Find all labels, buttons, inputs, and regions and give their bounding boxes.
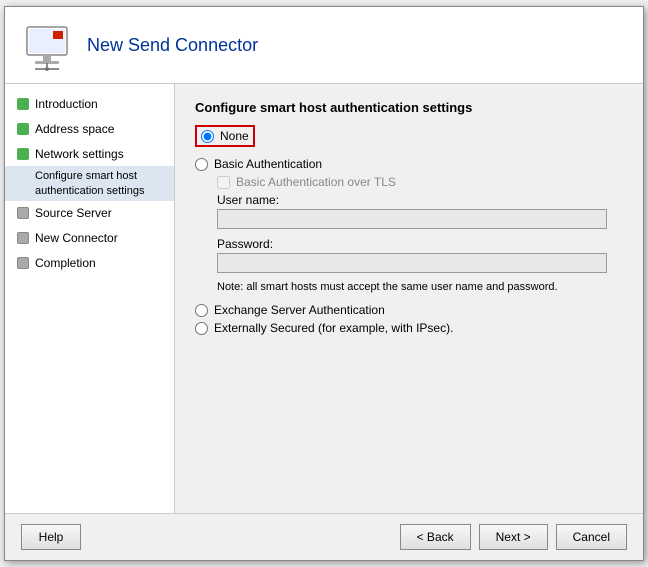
dialog-title: New Send Connector (87, 35, 258, 56)
bullet-address-space (17, 123, 29, 135)
none-radio[interactable] (201, 130, 214, 143)
bullet-introduction (17, 98, 29, 110)
none-option-wrapper: None (195, 125, 255, 147)
sidebar: Introduction Address space Network setti… (5, 84, 175, 513)
sidebar-label-address-space: Address space (35, 121, 114, 138)
sidebar-item-source-server[interactable]: Source Server (5, 201, 174, 226)
sidebar-item-new-connector[interactable]: New Connector (5, 226, 174, 251)
bullet-completion (17, 257, 29, 269)
dialog-body: Introduction Address space Network setti… (5, 84, 643, 513)
cancel-button[interactable]: Cancel (556, 524, 627, 550)
basic-auth-option: Basic Authentication (195, 157, 623, 171)
none-label[interactable]: None (220, 129, 249, 143)
sidebar-item-introduction[interactable]: Introduction (5, 92, 174, 117)
password-label: Password: (217, 237, 623, 251)
sidebar-label-source-server: Source Server (35, 205, 112, 222)
back-button[interactable]: < Back (400, 524, 471, 550)
footer-right-buttons: < Back Next > Cancel (400, 524, 627, 550)
sidebar-item-configure-smart[interactable]: Configure smart host authentication sett… (5, 166, 174, 201)
basic-auth-tls-option: Basic Authentication over TLS (217, 175, 623, 189)
sidebar-item-network-settings[interactable]: Network settings (5, 142, 174, 167)
sidebar-label-network-settings: Network settings (35, 146, 124, 163)
sidebar-label-configure-smart: Configure smart host authentication sett… (35, 170, 144, 196)
username-input[interactable] (217, 209, 607, 229)
password-group: Password: (217, 237, 623, 273)
sidebar-item-completion[interactable]: Completion (5, 251, 174, 276)
dialog-window: New Send Connector Introduction Address … (4, 6, 644, 561)
section-title: Configure smart host authentication sett… (195, 100, 623, 115)
externally-secured-radio[interactable] (195, 322, 208, 335)
next-button[interactable]: Next > (479, 524, 548, 550)
basic-auth-tls-checkbox[interactable] (217, 176, 230, 189)
username-label: User name: (217, 193, 623, 207)
sidebar-label-introduction: Introduction (35, 96, 98, 113)
basic-auth-tls-label: Basic Authentication over TLS (236, 175, 396, 189)
dialog-header: New Send Connector (5, 7, 643, 84)
dialog-footer: Help < Back Next > Cancel (5, 513, 643, 560)
bullet-new-connector (17, 232, 29, 244)
password-input[interactable] (217, 253, 607, 273)
note-text: Note: all smart hosts must accept the sa… (217, 281, 623, 293)
username-group: User name: (217, 193, 623, 229)
sidebar-label-completion: Completion (35, 255, 96, 272)
sidebar-label-new-connector: New Connector (35, 230, 118, 247)
none-option-group: None (195, 125, 623, 151)
connector-icon (21, 19, 73, 71)
exchange-auth-option: Exchange Server Authentication (195, 303, 623, 317)
bullet-network-settings (17, 148, 29, 160)
exchange-auth-radio[interactable] (195, 304, 208, 317)
basic-auth-radio[interactable] (195, 158, 208, 171)
main-content: Configure smart host authentication sett… (175, 84, 643, 513)
sidebar-item-address-space[interactable]: Address space (5, 117, 174, 142)
externally-secured-option: Externally Secured (for example, with IP… (195, 321, 623, 335)
help-button[interactable]: Help (21, 524, 81, 550)
exchange-auth-label[interactable]: Exchange Server Authentication (214, 303, 385, 317)
basic-auth-label[interactable]: Basic Authentication (214, 157, 322, 171)
bullet-source-server (17, 207, 29, 219)
externally-secured-label[interactable]: Externally Secured (for example, with IP… (214, 321, 453, 335)
